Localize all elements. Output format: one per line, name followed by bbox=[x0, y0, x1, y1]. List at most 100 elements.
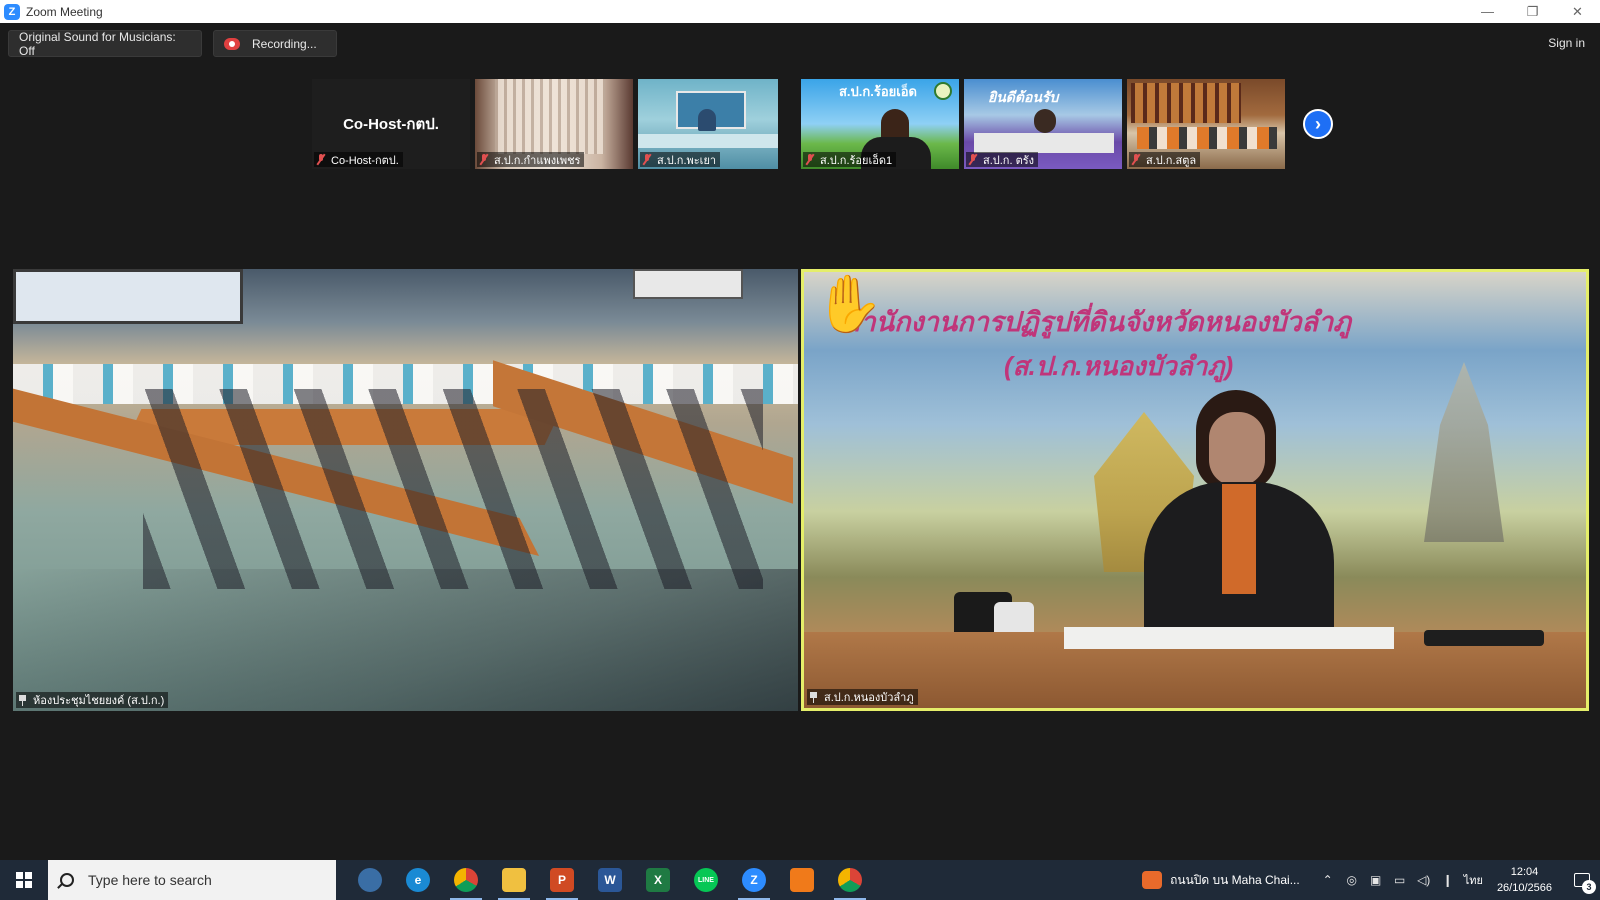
thumbnail-banner: ส.ป.ก.ร้อยเอ็ด bbox=[839, 84, 917, 99]
close-button[interactable]: ✕ bbox=[1555, 0, 1600, 23]
windows-logo-icon bbox=[16, 872, 32, 888]
thumbnail-name: ส.ป.ก. ตรัง bbox=[983, 154, 1035, 167]
taskbar-chrome-button[interactable] bbox=[442, 860, 490, 900]
chrome-icon bbox=[454, 868, 478, 892]
meet-now-icon[interactable]: ◎ bbox=[1340, 873, 1364, 887]
chairs-foreground bbox=[13, 569, 798, 711]
monitor-screen bbox=[633, 269, 743, 299]
phone-image bbox=[1424, 630, 1544, 646]
attendees-image bbox=[143, 389, 763, 589]
raised-hand-icon: ✋ bbox=[814, 272, 884, 335]
mic-muted-icon bbox=[642, 154, 652, 165]
edge-icon: e bbox=[406, 868, 430, 892]
recording-label: Recording... bbox=[252, 36, 317, 51]
tile-name: ห้องประชุมไชยยงค์ (ส.ป.ก.) bbox=[33, 695, 165, 707]
taskbar-apps: e P W X LINE Z bbox=[346, 860, 874, 900]
window-titlebar: Z Zoom Meeting — ❐ ✕ bbox=[0, 0, 1600, 23]
thumbnail-display-name: Co-Host-กตป. bbox=[343, 116, 439, 133]
thumbnail-name: ส.ป.ก.กำแพงเพชร bbox=[494, 154, 581, 167]
tile-name-label: ส.ป.ก.หนองบัวลำภู bbox=[807, 689, 918, 705]
taskbar-edge-button[interactable]: e bbox=[394, 860, 442, 900]
mic-muted-icon bbox=[805, 154, 815, 165]
projector-screen bbox=[13, 269, 243, 324]
language-indicator[interactable]: ไทย bbox=[1464, 871, 1483, 889]
next-page-button[interactable]: › bbox=[1303, 109, 1333, 139]
tile-name: ส.ป.ก.หนองบัวลำภู bbox=[824, 692, 914, 704]
taskbar-line-button[interactable]: LINE bbox=[682, 860, 730, 900]
clock[interactable]: 12:04 26/10/2566 bbox=[1497, 864, 1552, 896]
chevron-right-icon: › bbox=[1315, 113, 1321, 134]
participant-thumbnail[interactable]: ส.ป.ก.พะเยา bbox=[638, 79, 778, 169]
system-tray: ถนนปิด บน Maha Chai... ⌃ ◎ ▣ ▭ ◁) ❙ ไทย … bbox=[1142, 860, 1600, 900]
zoom-icon: Z bbox=[742, 868, 766, 892]
minimize-button[interactable]: — bbox=[1465, 0, 1510, 23]
participant-thumbnail[interactable]: ส.ป.ก.สตูล bbox=[1127, 79, 1285, 169]
taskbar-file-explorer-button[interactable] bbox=[490, 860, 538, 900]
taskbar-excel-button[interactable]: X bbox=[634, 860, 682, 900]
thumbnail-name: ส.ป.ก.ร้อยเอ็ด1 bbox=[820, 154, 893, 167]
taskbar-search-input[interactable]: Type here to search bbox=[48, 860, 336, 900]
papers-image bbox=[1064, 627, 1394, 649]
original-sound-button[interactable]: Original Sound for Musicians: Off bbox=[8, 30, 202, 58]
participant-thumbnail[interactable]: Co-Host-กตป. Co-Host-กตป. bbox=[312, 79, 470, 169]
thumbnail-name: Co-Host-กตป. bbox=[331, 154, 399, 167]
news-widget[interactable]: ถนนปิด บน Maha Chai... bbox=[1142, 871, 1300, 890]
thumbnail-name-label: ส.ป.ก.สตูล bbox=[1129, 152, 1201, 167]
curtain-image bbox=[495, 79, 605, 154]
line-icon: LINE bbox=[694, 868, 718, 892]
notification-count-badge: 3 bbox=[1582, 880, 1596, 894]
desk-image bbox=[638, 134, 778, 148]
microphone-icon[interactable]: ❙ bbox=[1436, 873, 1460, 887]
chrome-icon bbox=[838, 868, 862, 892]
cortana-icon bbox=[358, 868, 382, 892]
mic-muted-icon bbox=[968, 154, 978, 165]
speaker-shirt bbox=[1222, 484, 1256, 594]
bookshelf-image bbox=[1131, 83, 1241, 123]
participant-thumbnail[interactable]: ยินดีต้อนรับ ส.ป.ก. ตรัง bbox=[964, 79, 1122, 169]
person-head bbox=[1034, 109, 1056, 133]
backdrop-banner-line2: (ส.ป.ก.หนองบัวลำภู) bbox=[1004, 351, 1234, 381]
window-title: Zoom Meeting bbox=[26, 4, 103, 19]
volume-icon[interactable]: ◁) bbox=[1412, 873, 1436, 887]
sign-in-link[interactable]: Sign in bbox=[1548, 36, 1585, 50]
video-tile-active-speaker[interactable]: สำนักงานการปฏิรูปที่ดินจังหวัดหนองบัวลำภ… bbox=[801, 269, 1589, 711]
traffic-news-icon bbox=[1142, 871, 1163, 889]
network-icon[interactable]: ▭ bbox=[1388, 873, 1412, 887]
speaker-face bbox=[1209, 412, 1265, 486]
taskbar-powerpoint-button[interactable]: P bbox=[538, 860, 586, 900]
video-tile-meeting-room[interactable]: ห้องประชุมไชยยงค์ (ส.ป.ก.) bbox=[13, 269, 798, 711]
taskbar-app-orange-button[interactable] bbox=[778, 860, 826, 900]
thumbnail-name: ส.ป.ก.สตูล bbox=[1146, 154, 1197, 167]
taskbar-cortana-button[interactable] bbox=[346, 860, 394, 900]
pin-icon bbox=[809, 691, 818, 703]
search-icon bbox=[60, 873, 74, 887]
clock-date: 26/10/2566 bbox=[1496, 882, 1552, 894]
chevron-up-icon[interactable]: ⌃ bbox=[1316, 873, 1340, 887]
taskbar-zoom-button[interactable]: Z bbox=[730, 860, 778, 900]
mic-muted-icon bbox=[479, 154, 489, 165]
search-placeholder: Type here to search bbox=[88, 872, 212, 888]
recording-button[interactable]: Recording... bbox=[213, 30, 337, 57]
participant-thumbnail[interactable]: ส.ป.ก.กำแพงเพชร bbox=[475, 79, 633, 169]
taskbar-chrome-2-button[interactable] bbox=[826, 860, 874, 900]
stupa-image bbox=[1424, 362, 1504, 542]
taskbar-word-button[interactable]: W bbox=[586, 860, 634, 900]
backdrop-banner-line1: สำนักงานการปฏิรูปที่ดินจังหวัดหนองบัวลำภ… bbox=[844, 307, 1351, 337]
thumbnail-name-label: ส.ป.ก.ร้อยเอ็ด1 bbox=[803, 152, 897, 167]
thumbnail-name-label: ส.ป.ก. ตรัง bbox=[966, 152, 1039, 167]
mic-muted-icon bbox=[1131, 154, 1141, 165]
powerpoint-icon: P bbox=[550, 868, 574, 892]
restore-button[interactable]: ❐ bbox=[1510, 0, 1555, 23]
thumbnail-name: ส.ป.ก.พะเยา bbox=[657, 154, 717, 167]
thumbnail-banner: ยินดีต้อนรับ bbox=[988, 89, 1059, 105]
thumbnail-name-label: Co-Host-กตป. bbox=[314, 152, 403, 167]
display-icon[interactable]: ▣ bbox=[1364, 873, 1388, 887]
notification-center-button[interactable]: 3 bbox=[1564, 860, 1600, 900]
pin-icon bbox=[18, 694, 27, 706]
people-image bbox=[1137, 127, 1277, 149]
start-button[interactable] bbox=[0, 860, 48, 900]
news-text: ถนนปิด บน Maha Chai... bbox=[1170, 872, 1300, 887]
participant-thumbnail[interactable]: ส.ป.ก.ร้อยเอ็ด ส.ป.ก.ร้อยเอ็ด1 bbox=[801, 79, 959, 169]
word-icon: W bbox=[598, 868, 622, 892]
windows-taskbar: Type here to search e P W X LINE Z ถนนปิ… bbox=[0, 860, 1600, 900]
